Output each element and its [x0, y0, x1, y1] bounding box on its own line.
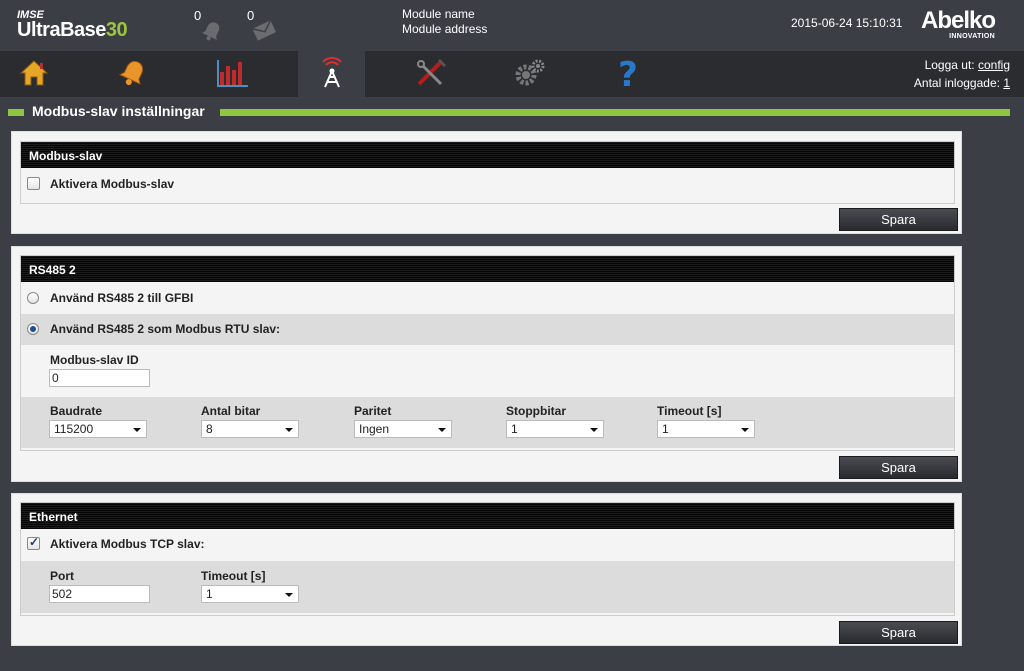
chevron-down-icon — [285, 593, 293, 597]
timeout-select[interactable]: 1 — [657, 420, 755, 438]
logged-in-label: Antal inloggade: — [913, 76, 1000, 90]
help-icon: ? — [614, 55, 642, 95]
stopbits-value: 1 — [511, 422, 518, 436]
tcp-timeout-label: Timeout [s] — [201, 569, 266, 583]
parity-label: Paritet — [354, 404, 392, 418]
logo-main-text: Abelko — [921, 7, 996, 34]
nav-tools[interactable] — [398, 51, 465, 97]
nav-settings[interactable] — [495, 51, 562, 97]
rs485-panel: RS485 2 Använd RS485 2 till GFBI Använd … — [11, 246, 962, 482]
module-info: Module name Module address — [402, 7, 487, 37]
nav-communication[interactable] — [298, 51, 365, 97]
save-button-ethernet[interactable]: Spara — [839, 621, 958, 644]
port-label: Port — [50, 569, 74, 583]
alarm-bell-icon — [117, 58, 149, 91]
rs485-gfbi-label: Använd RS485 2 till GFBI — [50, 291, 194, 305]
enable-tcp-slave-checkbox[interactable] — [27, 535, 40, 550]
timeout-label: Timeout [s] — [657, 404, 722, 418]
envelope-icon[interactable] — [252, 19, 277, 44]
bits-label: Antal bitar — [201, 404, 261, 418]
rs485-serial-row — [21, 397, 954, 448]
logo-sub-text: INNOVATION — [949, 33, 996, 40]
chevron-down-icon — [438, 428, 446, 432]
ethernet-panel: Ethernet Aktivera Modbus TCP slav: Port … — [11, 493, 962, 646]
save-button-rs485[interactable]: Spara — [839, 456, 958, 479]
title-accent-right — [220, 109, 1010, 116]
rs485-header: RS485 2 — [21, 256, 954, 282]
brand-logo: UltraBase30 — [17, 19, 128, 42]
bits-select[interactable]: 8 — [201, 420, 299, 438]
nav-help[interactable]: ? — [594, 51, 661, 97]
alarm-bell-icon[interactable] — [200, 19, 224, 46]
slave-id-input[interactable] — [49, 369, 150, 387]
stopbits-select[interactable]: 1 — [506, 420, 604, 438]
parity-select[interactable]: Ingen — [354, 420, 452, 438]
logout-label: Logga ut: — [924, 58, 975, 72]
brand-number: 30 — [105, 19, 128, 41]
rs485-gfbi-radio[interactable] — [27, 292, 39, 304]
rs485-rtu-label: Använd RS485 2 som Modbus RTU slav: — [50, 322, 281, 336]
home-icon — [18, 58, 50, 91]
modbus-slave-panel: Modbus-slav Aktivera Modbus-slav Spara — [11, 131, 962, 234]
chevron-down-icon — [741, 428, 749, 432]
chevron-down-icon — [285, 428, 293, 432]
logged-in-count[interactable]: 1 — [1003, 76, 1010, 90]
title-accent-left — [8, 109, 24, 116]
baudrate-label: Baudrate — [50, 404, 103, 418]
module-address: Module address — [402, 22, 488, 36]
page-title: Modbus-slav inställningar — [32, 103, 205, 119]
tcp-timeout-value: 1 — [206, 587, 213, 601]
baudrate-select[interactable]: 115200 — [49, 420, 147, 438]
login-info: Logga ut: config Antal inloggade: 1 — [914, 56, 1010, 92]
slave-id-label: Modbus-slav ID — [50, 353, 139, 367]
abelko-logo: Abelko INNOVATION — [921, 7, 996, 41]
ethernet-header: Ethernet — [21, 503, 954, 529]
timeout-value: 1 — [662, 422, 669, 436]
ethernet-settings-row — [21, 561, 954, 613]
baudrate-value: 115200 — [54, 422, 94, 436]
enable-modbus-slave-checkbox[interactable] — [27, 177, 40, 190]
nav-charts[interactable] — [199, 51, 266, 97]
gears-icon — [512, 58, 546, 91]
enable-modbus-slave-label: Aktivera Modbus-slav — [50, 177, 175, 191]
brand-name: UltraBase — [17, 19, 106, 41]
stopbits-label: Stoppbitar — [506, 404, 566, 418]
page-title-bar: Modbus-slav inställningar — [0, 101, 1024, 121]
antenna-icon — [316, 56, 348, 92]
port-input[interactable] — [49, 585, 150, 603]
nav-alarms[interactable] — [99, 51, 166, 97]
parity-value: Ingen — [359, 422, 390, 436]
logged-in-row: Antal inloggade: 1 — [914, 74, 1010, 92]
rs485-box: RS485 2 Använd RS485 2 till GFBI Använd … — [20, 255, 955, 451]
bar-chart-icon — [216, 58, 250, 91]
logout-row: Logga ut: config — [914, 56, 1010, 74]
top-header: IMSE UltraBase30 0 0 Module name Module … — [0, 0, 1024, 51]
modbus-slave-header: Modbus-slav — [21, 142, 954, 168]
bits-value: 8 — [206, 422, 213, 436]
enable-tcp-slave-label: Aktivera Modbus TCP slav: — [50, 537, 205, 551]
save-button-modbus-slave[interactable]: Spara — [839, 208, 958, 231]
nav-home[interactable] — [0, 51, 67, 97]
tcp-timeout-select[interactable]: 1 — [201, 585, 299, 603]
main-nav: ? Logga ut: config Antal inloggade: 1 — [0, 51, 1024, 97]
module-name: Module name — [402, 7, 475, 21]
chevron-down-icon — [133, 428, 141, 432]
rs485-rtu-radio[interactable] — [27, 323, 39, 335]
logout-link[interactable]: config — [978, 58, 1010, 72]
ethernet-box: Ethernet Aktivera Modbus TCP slav: Port … — [20, 502, 955, 616]
modbus-slave-box: Modbus-slav Aktivera Modbus-slav — [20, 141, 955, 204]
chevron-down-icon — [590, 428, 598, 432]
datetime: 2015-06-24 15:10:31 — [791, 16, 903, 30]
svg-text:?: ? — [618, 56, 638, 90]
tools-icon — [415, 58, 449, 91]
